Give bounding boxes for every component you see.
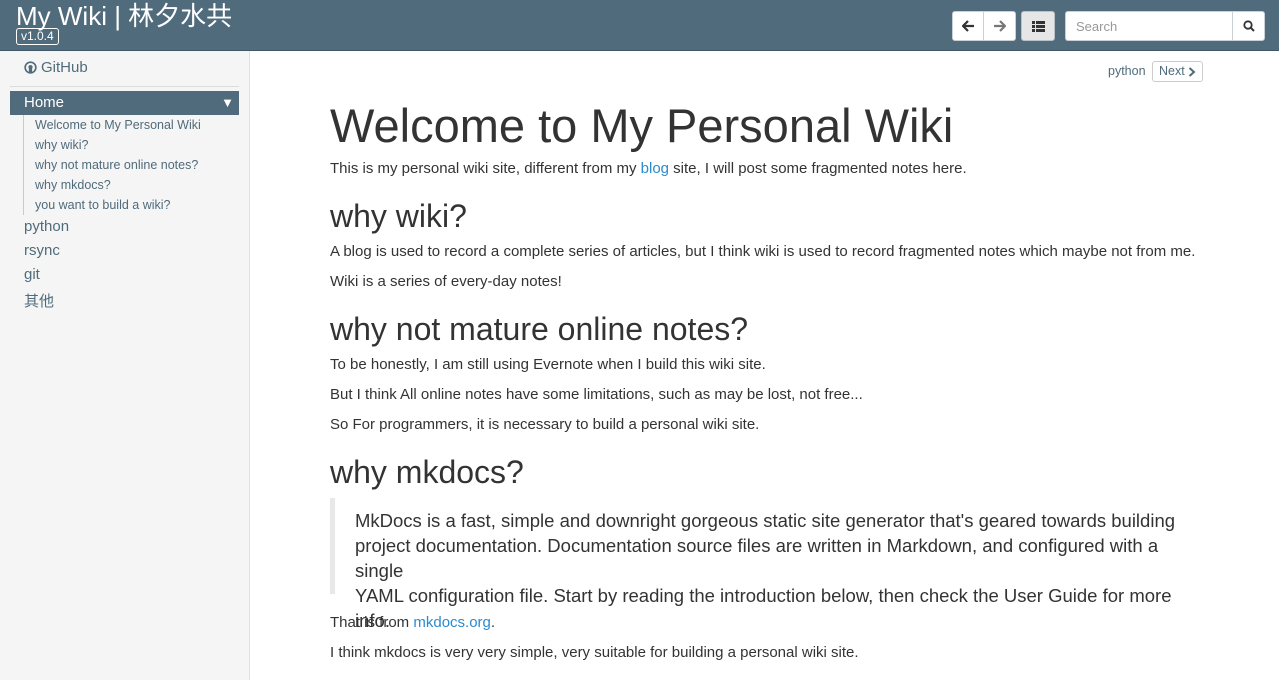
forward-button[interactable] xyxy=(984,11,1016,41)
source-text: That is from xyxy=(330,614,414,631)
sidebar-item-home[interactable]: Home ▼ xyxy=(10,91,239,115)
intro-paragraph: This is my personal wiki site, different… xyxy=(330,159,967,179)
heading-why-not-online-notes: why not mature online notes? xyxy=(330,311,749,347)
history-buttons xyxy=(952,11,1016,41)
toc-item-why-wiki[interactable]: why wiki? xyxy=(35,138,89,152)
sidebar-divider xyxy=(10,86,239,87)
toc-item-build-wiki[interactable]: you want to build a wiki? xyxy=(35,198,171,212)
paragraph: To be honestly, I am still using Evernot… xyxy=(330,356,766,373)
sidebar-item-label: Home xyxy=(24,94,65,111)
caret-down-icon: ▼ xyxy=(221,95,234,110)
github-icon xyxy=(24,61,37,74)
source-paragraph: That is from mkdocs.org. xyxy=(330,613,495,633)
sidebar-item-other[interactable]: 其他 xyxy=(24,290,54,311)
top-navbar: My Wiki | 林夕水共 v1.0.4 xyxy=(0,0,1279,51)
heading-why-wiki: why wiki? xyxy=(330,198,467,234)
toc-toggle-button[interactable] xyxy=(1021,11,1055,41)
search-box xyxy=(1065,11,1265,41)
next-button[interactable]: Next xyxy=(1152,61,1203,82)
version-badge: v1.0.4 xyxy=(16,28,59,45)
toc-item-why-mkdocs[interactable]: why mkdocs? xyxy=(35,178,111,192)
next-label: Next xyxy=(1159,64,1185,78)
toc-toggle-group xyxy=(1021,11,1055,41)
site-title[interactable]: My Wiki | 林夕水共 xyxy=(16,1,232,31)
sidebar-item-git[interactable]: git xyxy=(24,266,40,283)
back-button[interactable] xyxy=(952,11,984,41)
chevron-right-icon xyxy=(1188,66,1196,77)
github-label: GitHub xyxy=(41,59,88,76)
paragraph: A blog is used to record a complete seri… xyxy=(330,243,1196,260)
next-page-title[interactable]: python xyxy=(1108,64,1146,78)
quote-line: MkDocs is a fast, simple and downright g… xyxy=(355,510,1176,531)
intro-text-after: site, I will post some fragmented notes … xyxy=(669,160,967,177)
mkdocs-blockquote: MkDocs is a fast, simple and downright g… xyxy=(330,498,1190,631)
sidebar-item-rsync[interactable]: rsync xyxy=(24,242,60,259)
paragraph: So For programmers, it is necessary to b… xyxy=(330,416,760,433)
search-button[interactable] xyxy=(1232,11,1265,41)
mkdocs-link[interactable]: mkdocs.org xyxy=(413,614,491,631)
heading-why-mkdocs: why mkdocs? xyxy=(330,454,524,490)
list-icon xyxy=(1031,20,1045,32)
paragraph: Wiki is a series of every-day notes! xyxy=(330,273,562,290)
table-of-contents: Welcome to My Personal Wiki why wiki? wh… xyxy=(23,115,239,215)
sidebar: GitHub Home ▼ Welcome to My Personal Wik… xyxy=(0,51,250,680)
page-title: Welcome to My Personal Wiki xyxy=(330,99,954,152)
arrow-left-icon xyxy=(961,20,974,32)
github-link[interactable]: GitHub xyxy=(24,59,88,76)
toc-item-why-not-online-notes[interactable]: why not mature online notes? xyxy=(35,158,198,172)
sidebar-item-python[interactable]: python xyxy=(24,218,69,235)
intro-text: This is my personal wiki site, different… xyxy=(330,160,641,177)
blog-link[interactable]: blog xyxy=(641,160,669,177)
search-icon xyxy=(1242,20,1255,32)
arrow-right-icon xyxy=(994,20,1006,32)
quote-line: project documentation. Documentation sou… xyxy=(355,535,1159,581)
paragraph: But I think All online notes have some l… xyxy=(330,386,863,403)
toc-item-welcome[interactable]: Welcome to My Personal Wiki xyxy=(35,118,201,132)
search-input[interactable] xyxy=(1065,11,1232,41)
source-text-after: . xyxy=(490,614,496,631)
paragraph: I think mkdocs is very very simple, very… xyxy=(330,644,859,661)
